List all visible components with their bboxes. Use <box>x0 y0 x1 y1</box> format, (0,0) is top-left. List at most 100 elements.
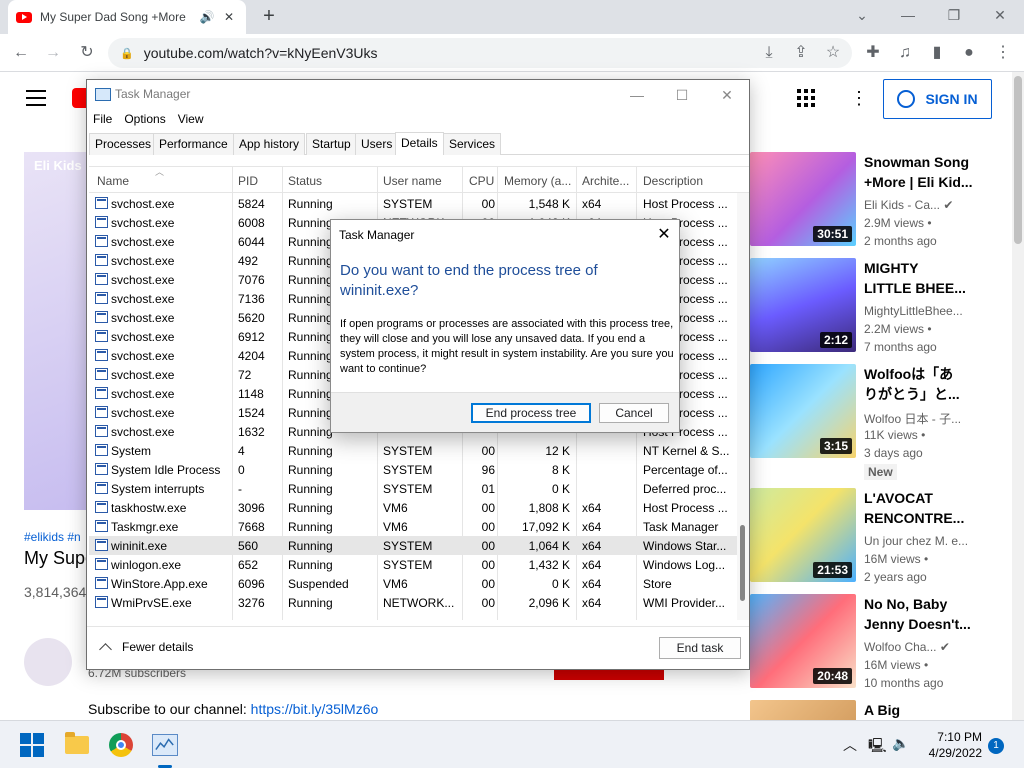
column-pid[interactable]: PID <box>238 174 278 188</box>
video-thumbnail[interactable]: 30:51 <box>750 152 856 246</box>
table-row[interactable]: taskhostw.exe 3096 Running VM6 00 1,808 K x64 H… <box>89 498 737 517</box>
bookmark-star-icon[interactable]: ☆ <box>822 42 844 64</box>
tab-services[interactable]: Services <box>443 133 502 155</box>
recommendation-channel[interactable]: Wolfoo Cha... ✔ <box>864 640 950 654</box>
column-status[interactable]: Status <box>288 174 372 188</box>
menu-view[interactable]: View <box>172 110 210 132</box>
column-name[interactable]: Name <box>97 174 227 188</box>
table-row[interactable]: Taskmgr.exe 7668 Running VM6 00 17,092 K x64 Ta… <box>89 517 737 536</box>
column-user-name[interactable]: User name <box>383 174 463 188</box>
page-scrollbar[interactable] <box>1012 72 1024 720</box>
table-row[interactable]: WinStore.App.exe 6096 Suspended VM6 00 0 K x64… <box>89 574 737 593</box>
video-thumbnail[interactable] <box>750 700 856 720</box>
table-row[interactable]: System interrupts - Running SYSTEM 01 0 K Defe… <box>89 479 737 498</box>
close-icon[interactable]: ✕ <box>705 84 749 106</box>
maximize-icon[interactable]: ☐ <box>660 84 704 106</box>
task-manager-titlebar[interactable]: Task Manager — ☐ ✕ <box>87 80 749 110</box>
taskbar-file-explorer[interactable] <box>62 730 92 760</box>
scrollbar-thumb[interactable] <box>740 525 745 601</box>
profile-avatar-icon[interactable]: ● <box>958 42 980 64</box>
minimize-icon[interactable]: — <box>615 84 659 106</box>
table-row[interactable]: WmiPrvSE.exe 3276 Running NETWORK... 00 2,096… <box>89 593 737 612</box>
table-scrollbar[interactable] <box>737 193 749 620</box>
network-icon[interactable]: 🖳 <box>868 735 887 759</box>
menu-options[interactable]: Options <box>118 110 171 132</box>
volume-icon[interactable]: 🔈 <box>892 735 909 752</box>
fewer-details-button[interactable]: Fewer details <box>99 640 193 656</box>
close-window-button[interactable]: ✕ <box>980 4 1020 26</box>
start-button[interactable] <box>17 730 47 760</box>
recommendation-card[interactable]: A Big <box>750 700 1014 720</box>
video-thumbnail[interactable]: 20:48 <box>750 594 856 688</box>
recommendation-title[interactable]: No No, Baby Jenny Doesn't... <box>864 594 1014 634</box>
tab-details[interactable]: Details <box>395 132 444 155</box>
tab-users[interactable]: Users <box>355 133 399 155</box>
apps-grid-icon[interactable] <box>796 88 816 108</box>
recommendation-card[interactable]: 21:53 L'AVOCAT RENCONTRE... Un jour chez… <box>750 488 1014 584</box>
show-hidden-icons-chevron-icon[interactable]: ︿ <box>843 735 857 755</box>
column-architecture[interactable]: Archite... <box>582 174 636 188</box>
reload-icon[interactable]: ↻ <box>76 42 98 64</box>
share-icon[interactable]: ⇪ <box>790 42 812 64</box>
media-control-icon[interactable]: ♫ <box>894 42 916 64</box>
browser-tab[interactable]: My Super Dad Song +More 🔊 ✕ <box>8 0 246 34</box>
close-tab-icon[interactable]: ✕ <box>220 10 238 24</box>
dialog-close-icon[interactable]: ✕ <box>653 224 675 246</box>
minimize-window-button[interactable]: — <box>888 4 928 26</box>
recommendation-title[interactable]: A Big <box>864 700 1014 720</box>
table-row[interactable]: wininit.exe 560 Running SYSTEM 00 1,064 K x64 W… <box>89 536 737 555</box>
column-description[interactable]: Description <box>643 174 733 188</box>
recommendation-title[interactable]: Wolfooは「あ りがとう」と... <box>864 364 1014 404</box>
recommendation-channel[interactable]: Eli Kids - Ca... ✔ <box>864 198 953 212</box>
table-row[interactable]: winlogon.exe 652 Running SYSTEM 00 1,432 K x64… <box>89 555 737 574</box>
settings-dots-icon[interactable]: ⋮ <box>850 88 868 108</box>
video-thumbnail[interactable]: 3:15 <box>750 364 856 458</box>
recommendation-title[interactable]: Snowman Song +More | Eli Kid... <box>864 152 1014 192</box>
scrollbar-thumb[interactable] <box>1014 76 1022 244</box>
new-tab-button[interactable]: + <box>258 6 280 28</box>
recommendation-channel[interactable]: Un jour chez M. e... <box>864 534 968 548</box>
video-player[interactable]: Eli Kids <box>24 152 88 510</box>
taskbar-chrome[interactable] <box>106 730 136 760</box>
forward-arrow-icon[interactable]: → <box>42 42 64 64</box>
recommendation-title[interactable]: L'AVOCAT RENCONTRE... <box>864 488 1014 528</box>
notification-badge[interactable]: 1 <box>988 738 1004 754</box>
cancel-button[interactable]: Cancel <box>599 403 669 423</box>
chrome-menu-icon[interactable]: ⋮ <box>992 42 1014 64</box>
description-link[interactable]: https://bit.ly/35lMz6o <box>251 701 379 717</box>
extensions-puzzle-icon[interactable]: ✚ <box>862 42 884 64</box>
recommendation-card[interactable]: 2:12 MIGHTY LITTLE BHEE... MightyLittleB… <box>750 258 1014 354</box>
lock-icon[interactable]: 🔒 <box>120 47 134 60</box>
recommendation-channel[interactable]: Wolfoo 日本 - 子... <box>864 410 961 427</box>
recommendation-card[interactable]: 3:15 Wolfooは「あ りがとう」と... Wolfoo 日本 - 子..… <box>750 364 1014 480</box>
menu-file[interactable]: File <box>87 110 118 132</box>
end-task-button[interactable]: End task <box>659 637 741 659</box>
taskbar-task-manager[interactable] <box>150 730 180 760</box>
tab-processes[interactable]: Processes <box>89 133 158 155</box>
channel-avatar[interactable] <box>24 638 72 686</box>
tab-search-icon[interactable]: ⌄ <box>842 4 882 26</box>
table-row[interactable]: System 4 Running SYSTEM 00 12 K NT Kernel & S.… <box>89 441 737 460</box>
column-memory[interactable]: Memory (a... <box>504 174 576 188</box>
hamburger-menu-icon[interactable] <box>26 90 46 106</box>
video-thumbnail[interactable]: 2:12 <box>750 258 856 352</box>
restore-window-button[interactable]: ❐ <box>934 4 974 26</box>
tab-performance[interactable]: Performance <box>153 133 234 155</box>
recommendation-channel[interactable]: MightyLittleBhee... <box>864 304 963 318</box>
recommendation-card[interactable]: 20:48 No No, Baby Jenny Doesn't... Wolfo… <box>750 594 1014 690</box>
side-panel-icon[interactable]: ▮ <box>926 42 948 64</box>
sign-in-button[interactable]: SIGN IN <box>883 79 992 119</box>
recommendation-card[interactable]: 30:51 Snowman Song +More | Eli Kid... El… <box>750 152 1014 248</box>
system-clock[interactable]: 7:10 PM 4/29/2022 <box>920 729 982 761</box>
video-thumbnail[interactable]: 21:53 <box>750 488 856 582</box>
install-app-icon[interactable]: ⤓ <box>758 42 780 64</box>
speaker-icon[interactable]: 🔊 <box>198 10 216 24</box>
recommendation-title[interactable]: MIGHTY LITTLE BHEE... <box>864 258 1014 298</box>
video-hashtags[interactable]: #elikids #n <box>24 530 81 544</box>
address-bar[interactable]: 🔒 youtube.com/watch?v=kNyEenV3Uks <box>108 38 852 68</box>
column-cpu[interactable]: CPU <box>469 174 499 188</box>
table-row[interactable]: svchost.exe 5824 Running SYSTEM 00 1,548 K x64… <box>89 194 737 213</box>
tab-startup[interactable]: Startup <box>306 133 357 155</box>
table-row[interactable]: System Idle Process 0 Running SYSTEM 96 8 K Pe… <box>89 460 737 479</box>
back-arrow-icon[interactable]: ← <box>10 42 32 64</box>
